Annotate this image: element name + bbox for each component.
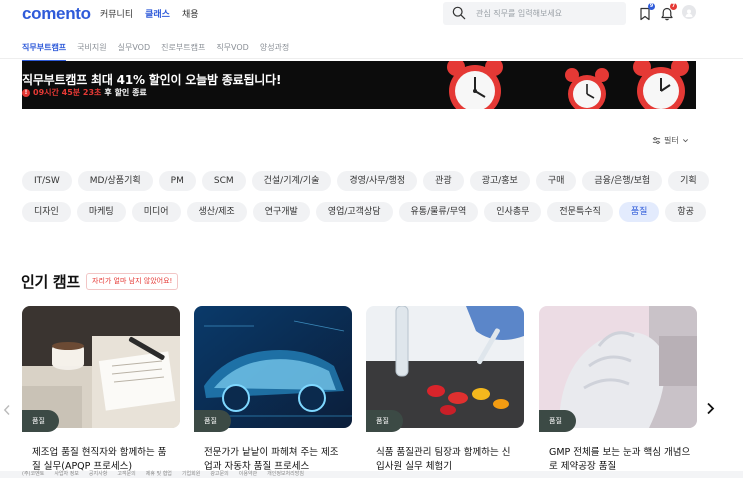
carousel-next-button[interactable] (706, 402, 715, 419)
countdown-time: 09시간 45분 23초 (33, 88, 102, 97)
countdown-suffix: 후 할인 종료 (104, 88, 147, 97)
camp-card[interactable]: 품질 전문가가 낱낱이 파헤쳐 주는 제조업과 자동차 품질 프로세스 (194, 306, 352, 478)
category-chip[interactable]: 구매 (535, 171, 577, 191)
footer-link[interactable]: 사업자 정보 (54, 471, 79, 478)
category-chip[interactable]: 광고/홍보 (469, 171, 530, 191)
alarm-clock-icon (633, 61, 689, 109)
filter-button[interactable]: 필터 (652, 135, 689, 146)
avatar[interactable] (682, 5, 696, 19)
category-chip[interactable]: 연구개발 (252, 202, 310, 222)
search-placeholder: 관심 직무를 입력해보세요 (476, 9, 563, 18)
category-chip[interactable]: 전문특수직 (547, 202, 613, 222)
category-chip[interactable]: 항공 (665, 202, 706, 222)
footer-link[interactable]: 공지사항 (89, 471, 107, 478)
card-title: GMP 전체를 보는 눈과 핵심 개념으로 제약공장 품질 (549, 447, 691, 472)
category-chip[interactable]: 품질 (618, 202, 660, 222)
scarcity-badge: 자리가 얼마 남지 않았어요! (86, 273, 179, 290)
footer-bar: (주)코멘토 사업자 정보 공지사항 고객문의 제휴 및 협업 기업회원 광고문의 이용약관 개… (0, 471, 743, 478)
category-chip[interactable]: 기획 (668, 171, 709, 191)
footer-link[interactable]: 기업회원 (182, 471, 200, 478)
category-chip[interactable]: 미디어 (131, 202, 181, 222)
carousel-prev-button[interactable] (3, 404, 11, 419)
category-chip[interactable]: 관광 (423, 171, 464, 191)
category-chip[interactable]: 영업/고객상담 (315, 202, 393, 222)
chevron-down-icon (682, 139, 688, 143)
sub-nav: 직무부트캠프 국비지원 실무VOD 진로부트캠프 직무VOD 양성과정 (0, 33, 743, 62)
camp-card[interactable]: 품질 식품 품질관리 팀장과 함께하는 신입사원 실무 체험기 (366, 306, 524, 478)
tab-job-bootcamp[interactable]: 직무부트캠프 (22, 42, 67, 62)
alarm-clock-icon (447, 61, 503, 109)
search-icon (452, 6, 466, 20)
category-chip[interactable]: 디자인 (22, 202, 71, 222)
user-icon (685, 9, 693, 17)
category-chip[interactable]: 마케팅 (76, 202, 126, 222)
category-chip[interactable]: MD/상품기획 (77, 171, 153, 191)
category-chips-row-1: IT/SW MD/상품기획 PM SCM 건설/기계/기술 경영/사무/행정 관광 광고/홍보… (22, 171, 709, 191)
footer-link[interactable]: 고객문의 (117, 471, 135, 478)
category-chip[interactable]: PM (158, 171, 196, 191)
notification-badge: 7 (670, 3, 677, 10)
card-title: 식품 품질관리 팀장과 함께하는 신입사원 실무 체험기 (376, 447, 511, 472)
alarm-clock-icon (565, 68, 609, 109)
section-title: 인기 캠프 (21, 273, 80, 291)
search-box[interactable]: 관심 직무를 입력해보세요 (443, 2, 626, 25)
footer-link[interactable]: (주)코멘토 (22, 471, 44, 478)
category-chip[interactable]: IT/SW (22, 171, 72, 191)
category-chip[interactable]: 생산/제조 (186, 202, 247, 222)
promo-banner[interactable]: 직무부트캠프 최대 41% 할인이 오늘밤 종료됩니다! ! 09시간 45분 … (22, 61, 696, 109)
card-category-tag: 품질 (539, 410, 576, 432)
category-chip[interactable]: 유통/물류/무역 (398, 202, 479, 222)
category-chip[interactable]: 금융/은행/보험 (582, 171, 663, 191)
top-header: comento 커뮤니티 클래스 채용 관심 직무를 입력해보세요 9 7 (0, 0, 743, 30)
nav-class[interactable]: 클래스 (145, 7, 170, 20)
card-title: 제조업 품질 현직자와 함께하는 품질 실무(APQP 프로세스) (32, 447, 167, 472)
category-chip[interactable]: 인사총무 (484, 202, 542, 222)
chevron-left-icon (3, 405, 10, 415)
category-chip[interactable]: SCM (201, 171, 246, 191)
notification-button[interactable]: 7 (660, 3, 677, 21)
nav-jobs[interactable]: 채용 (182, 7, 199, 20)
chevron-right-icon (707, 402, 715, 415)
footer-link[interactable]: 제휴 및 협업 (146, 471, 172, 478)
bookmark-badge: 9 (648, 3, 655, 10)
tab-job-vod[interactable]: 직무VOD (216, 42, 249, 53)
bookmark-button[interactable]: 9 (638, 3, 655, 21)
filter-icon (652, 137, 661, 144)
footer-link[interactable]: 이용약관 (239, 471, 257, 478)
alert-icon: ! (22, 88, 30, 97)
banner-title: 직무부트캠프 최대 41% 할인이 오늘밤 종료됩니다! (22, 73, 282, 87)
card-category-tag: 품질 (194, 410, 231, 432)
nav-community[interactable]: 커뮤니티 (100, 7, 133, 20)
card-category-tag: 품질 (22, 410, 59, 432)
tab-training-course[interactable]: 양성과정 (260, 42, 289, 53)
comento-logo[interactable]: comento (22, 4, 91, 24)
category-chip[interactable]: 경영/사무/행정 (337, 171, 418, 191)
footer-link[interactable]: 개인정보처리방침 (267, 471, 304, 478)
tab-career-bootcamp[interactable]: 진로부트캠프 (161, 42, 205, 53)
tab-gov-support[interactable]: 국비지원 (77, 42, 106, 53)
sub-nav-items: 직무부트캠프 국비지원 실무VOD 진로부트캠프 직무VOD 양성과정 (22, 42, 289, 62)
main-nav: 커뮤니티 클래스 채용 (100, 7, 199, 20)
category-chips-row-2: 디자인 마케팅 미디어 생산/제조 연구개발 영업/고객상담 유통/물류/무역 인사총무 전문특… (22, 202, 706, 222)
banner-timer: ! 09시간 45분 23초 후 할인 종료 (22, 87, 147, 98)
footer-link[interactable]: 광고문의 (210, 471, 228, 478)
card-title: 전문가가 낱낱이 파헤쳐 주는 제조업과 자동차 품질 프로세스 (204, 447, 339, 472)
camp-card[interactable]: 품질 제조업 품질 현직자와 함께하는 품질 실무(APQP 프로세스) (22, 306, 180, 478)
card-category-tag: 품질 (366, 410, 403, 432)
tab-practical-vod[interactable]: 실무VOD (118, 42, 151, 53)
camp-card[interactable]: 품질 GMP 전체를 보는 눈과 핵심 개념으로 제약공장 품질 (539, 306, 697, 478)
category-chip[interactable]: 건설/기계/기술 (251, 171, 332, 191)
filter-label: 필터 (664, 136, 679, 145)
